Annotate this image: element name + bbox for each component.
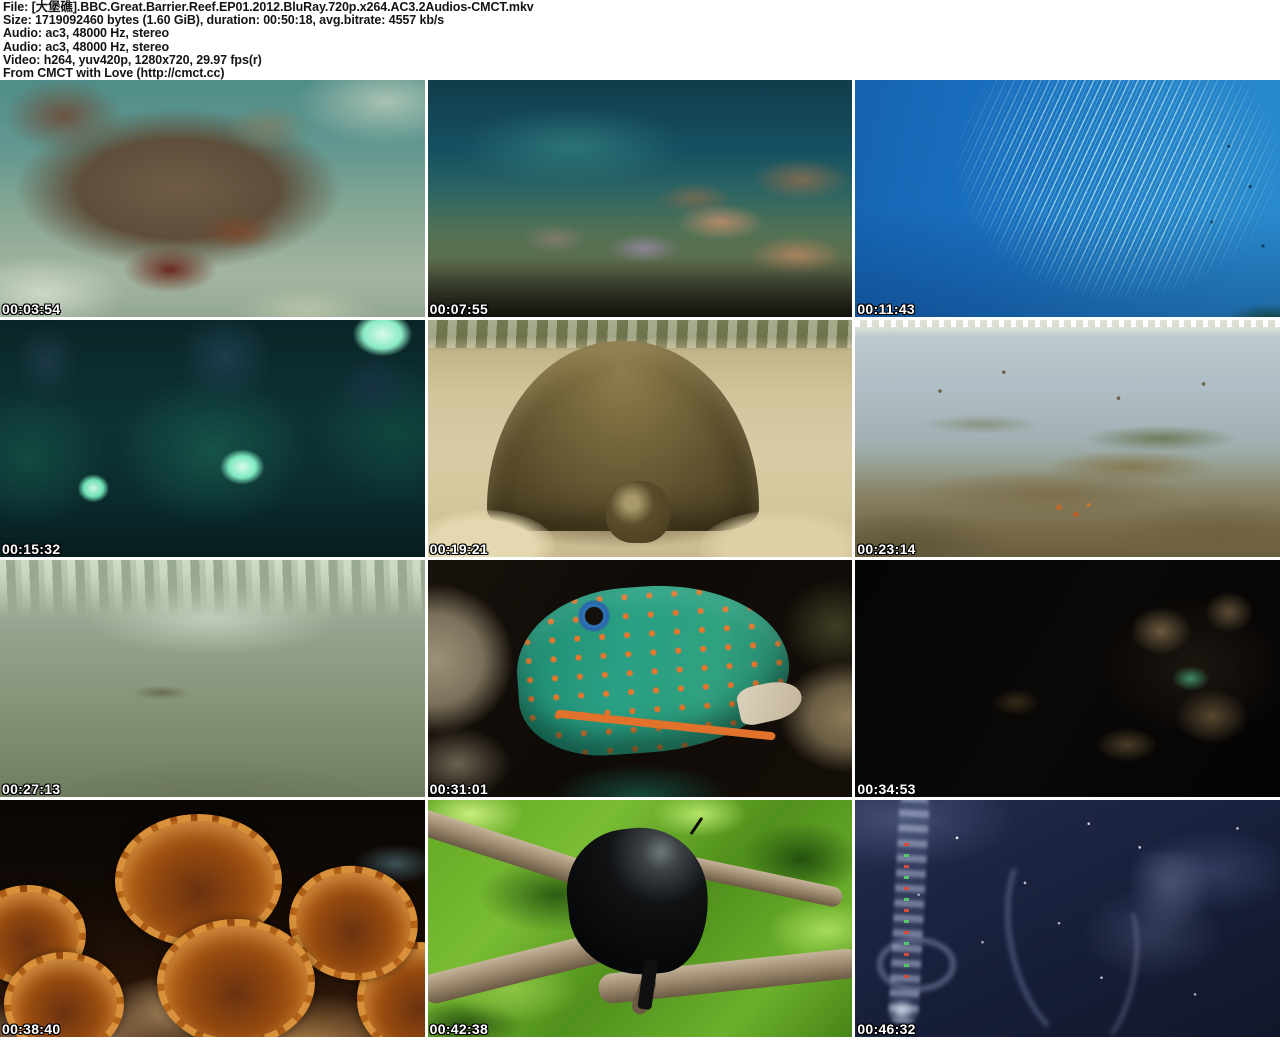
video-thumbnail-reef-flat-shore: 00:23:14 — [855, 320, 1280, 557]
video-thumbnail-reef-wide: 00:07:55 — [428, 80, 853, 317]
video-thumbnail-coral-polyps: 00:38:40 — [0, 800, 425, 1037]
turtle-head — [606, 481, 670, 543]
video-thumbnail-fish-school: 00:11:43 — [855, 80, 1280, 317]
timestamp-overlay: 00:03:54 — [2, 301, 60, 317]
timestamp-overlay: 00:23:14 — [857, 541, 915, 557]
timestamp-overlay: 00:27:13 — [2, 781, 60, 797]
jelly-blob — [1127, 852, 1212, 933]
timestamp-overlay: 00:15:32 — [2, 541, 60, 557]
salp-iridescent-beads — [904, 843, 909, 985]
video-thumbnail-coral-bommie: 00:03:54 — [0, 80, 425, 317]
credit-line: From CMCT with Love (http://cmct.cc) — [3, 67, 1280, 80]
timestamp-overlay: 00:07:55 — [430, 301, 488, 317]
video-thumbnail-murky-lagoon: 00:27:13 — [0, 560, 425, 797]
timestamp-overlay: 00:42:38 — [430, 1021, 488, 1037]
timestamp-overlay: 00:11:43 — [857, 301, 915, 317]
timestamp-overlay: 00:38:40 — [2, 1021, 60, 1037]
size-duration-bitrate-line: Size: 1719092460 bytes (1.60 GiB), durat… — [3, 14, 1280, 27]
timestamp-overlay: 00:46:32 — [857, 1021, 915, 1037]
plankton-glow — [885, 999, 919, 1023]
thumbnail-grid: 00:03:54 00:07:55 00:11:43 00:15:32 00:1… — [0, 80, 1280, 1037]
audio-track-2-line: Audio: ac3, 48000 Hz, stereo — [3, 41, 1280, 54]
media-info-header: File: [大堡礁].BBC.Great.Barrier.Reef.EP01.… — [0, 0, 1280, 80]
timestamp-overlay: 00:19:21 — [430, 541, 488, 557]
video-thumbnail-parrotfish-closeup: 00:31:01 — [428, 560, 853, 797]
surf-foam-line — [855, 320, 1280, 327]
video-thumbnail-night-reef: 00:34:53 — [855, 560, 1280, 797]
audio-track-1-line: Audio: ac3, 48000 Hz, stereo — [3, 27, 1280, 40]
video-thumbnail-noddy-bird: 00:42:38 — [428, 800, 853, 1037]
timestamp-overlay: 00:34:53 — [857, 781, 915, 797]
video-thumbnail-salp-plankton: 00:46:32 — [855, 800, 1280, 1037]
video-thumbnail-bumphead-parrotfish: 00:15:32 — [0, 320, 425, 557]
surface-ripples — [0, 560, 425, 617]
timestamp-overlay: 00:31:01 — [430, 781, 488, 797]
video-thumbnail-sea-turtle: 00:19:21 — [428, 320, 853, 557]
